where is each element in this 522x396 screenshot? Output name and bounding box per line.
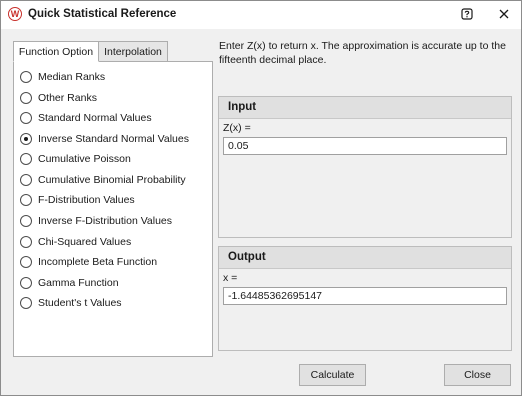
zx-input[interactable]: [223, 137, 507, 155]
option-label: Student's t Values: [38, 297, 122, 309]
dialog-window: W Quick Statistical Reference Function O…: [0, 0, 522, 396]
calculate-button[interactable]: Calculate: [299, 364, 366, 386]
option-f-distribution-values[interactable]: F-Distribution Values: [20, 192, 135, 208]
output-group: Output x =: [218, 246, 512, 351]
radio-button[interactable]: [20, 297, 32, 309]
radio-button[interactable]: [20, 112, 32, 124]
function-option-panel: Median Ranks Other Ranks Standard Normal…: [13, 61, 213, 357]
radio-button[interactable]: [20, 194, 32, 206]
app-logo-icon: W: [8, 7, 22, 21]
option-median-ranks[interactable]: Median Ranks: [20, 69, 105, 85]
option-chi-squared-values[interactable]: Chi-Squared Values: [20, 234, 131, 250]
window-close-button[interactable]: [495, 5, 513, 23]
option-label: Incomplete Beta Function: [38, 256, 158, 268]
title-bar: W Quick Statistical Reference: [1, 1, 521, 29]
option-label: Median Ranks: [38, 71, 106, 83]
input-group-header: Input: [219, 97, 511, 119]
radio-button[interactable]: [20, 256, 32, 268]
option-incomplete-beta-function[interactable]: Incomplete Beta Function: [20, 254, 157, 270]
tab-function-option[interactable]: Function Option: [13, 41, 99, 62]
output-label: x =: [223, 272, 238, 284]
option-label: Inverse F-Distribution Values: [38, 215, 173, 227]
help-button[interactable]: [458, 5, 476, 23]
option-label: Cumulative Binomial Probability: [38, 174, 186, 186]
option-inverse-standard-normal-values[interactable]: Inverse Standard Normal Values: [20, 131, 189, 147]
option-gamma-function[interactable]: Gamma Function: [20, 275, 119, 291]
radio-button[interactable]: [20, 92, 32, 104]
radio-button[interactable]: [20, 174, 32, 186]
close-icon: [499, 9, 509, 19]
radio-button[interactable]: [20, 215, 32, 227]
close-button[interactable]: Close: [444, 364, 511, 386]
tab-interpolation[interactable]: Interpolation: [98, 41, 168, 62]
option-other-ranks[interactable]: Other Ranks: [20, 90, 97, 106]
radio-button[interactable]: [20, 277, 32, 289]
option-label: F-Distribution Values: [38, 194, 135, 206]
input-group: Input Z(x) =: [218, 96, 512, 238]
option-label: Chi-Squared Values: [38, 236, 132, 248]
option-label: Cumulative Poisson: [38, 153, 131, 165]
option-standard-normal-values[interactable]: Standard Normal Values: [20, 110, 152, 126]
radio-button[interactable]: [20, 71, 32, 83]
option-students-t-values[interactable]: Student's t Values: [20, 295, 122, 311]
help-icon: [461, 8, 473, 20]
radio-button[interactable]: [20, 236, 32, 248]
radio-button[interactable]: [20, 153, 32, 165]
option-label: Inverse Standard Normal Values: [38, 133, 189, 145]
function-description: Enter Z(x) to return x. The approximatio…: [219, 40, 506, 66]
option-cumulative-poisson[interactable]: Cumulative Poisson: [20, 151, 131, 167]
option-label: Gamma Function: [38, 277, 119, 289]
window-title: Quick Statistical Reference: [28, 8, 177, 20]
output-group-header: Output: [219, 247, 511, 269]
radio-button-selected[interactable]: [20, 133, 32, 145]
x-output-field[interactable]: [223, 287, 507, 305]
input-label: Z(x) =: [223, 122, 251, 134]
option-label: Other Ranks: [38, 92, 97, 104]
option-cumulative-binomial-probability[interactable]: Cumulative Binomial Probability: [20, 172, 186, 188]
option-label: Standard Normal Values: [38, 112, 152, 124]
option-inverse-f-distribution-values[interactable]: Inverse F-Distribution Values: [20, 213, 172, 229]
